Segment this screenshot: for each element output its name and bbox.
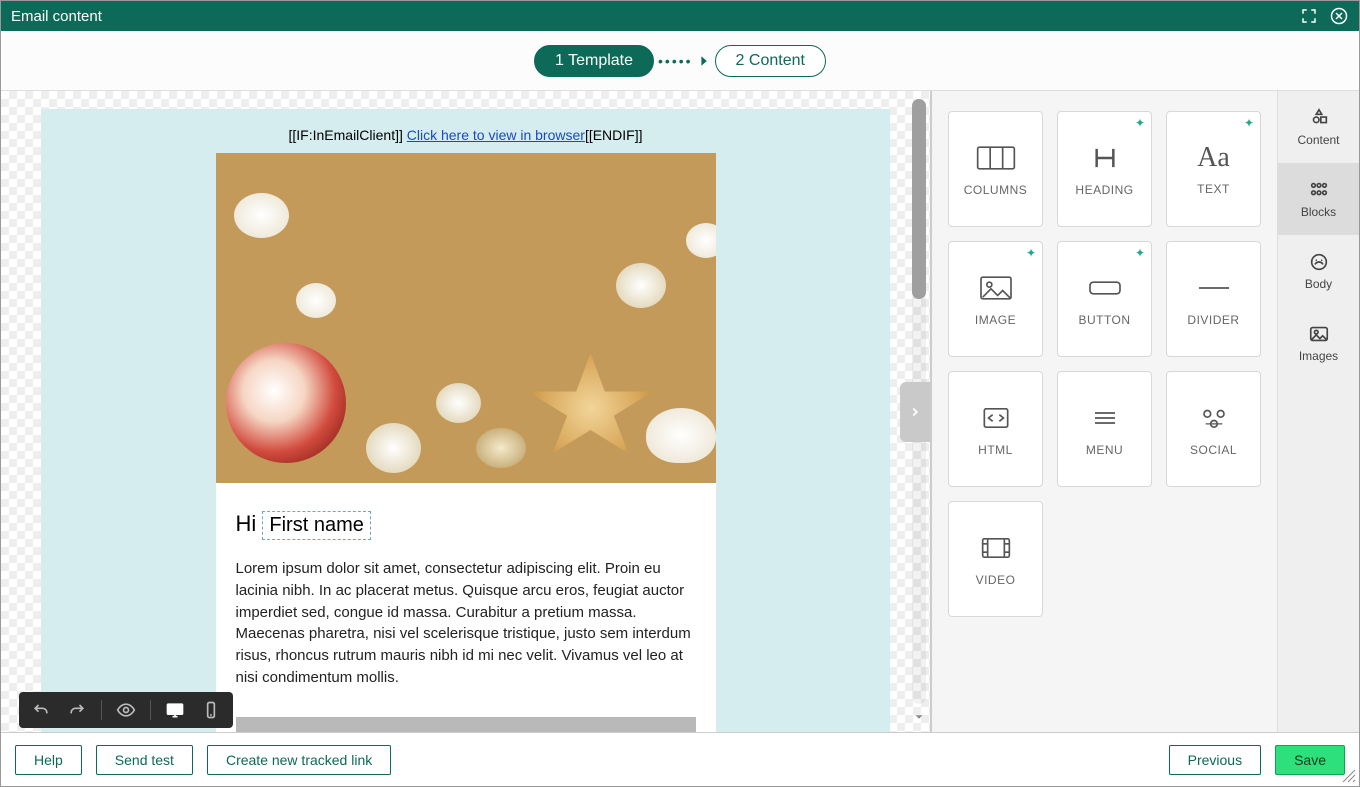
block-label: IMAGE [975, 313, 1016, 327]
block-social[interactable]: SOCIAL [1166, 371, 1261, 487]
step-content[interactable]: 2 Content [715, 45, 826, 77]
ai-badge-icon: ✦ [1026, 246, 1036, 260]
greeting-hi: Hi [236, 511, 263, 536]
block-columns[interactable]: COLUMNS [948, 111, 1043, 227]
blocks-grid: COLUMNS ✦ HEADING ✦ Aa TEXT ✦ IMAGE [932, 91, 1277, 732]
scrollbar-thumb[interactable] [912, 99, 926, 299]
help-button[interactable]: Help [15, 745, 82, 775]
desktop-view-button[interactable] [163, 698, 187, 722]
wizard-steps: 1 Template ••••• 2 Content [1, 31, 1359, 91]
block-html[interactable]: HTML [948, 371, 1043, 487]
ai-badge-icon: ✦ [1135, 246, 1145, 260]
toolbar-separator [101, 700, 102, 720]
block-label: MENU [1086, 443, 1123, 457]
tab-blocks[interactable]: Blocks [1278, 163, 1359, 235]
view-in-browser-link[interactable]: Click here to view in browser [407, 127, 585, 143]
content-section[interactable]: Hi First name Lorem ipsum dolor sit amet… [216, 483, 716, 732]
close-icon[interactable] [1329, 6, 1349, 26]
scroll-down-arrow[interactable] [912, 710, 926, 724]
block-image[interactable]: ✦ IMAGE [948, 241, 1043, 357]
tab-label: Images [1299, 349, 1338, 363]
merge-first-name[interactable]: First name [262, 511, 370, 540]
block-label: DIVIDER [1187, 313, 1239, 327]
step-connector: ••••• [658, 53, 711, 69]
floating-toolbar [19, 692, 233, 728]
block-label: BUTTON [1078, 313, 1130, 327]
block-label: HTML [978, 443, 1013, 457]
block-text[interactable]: ✦ Aa TEXT [1166, 111, 1261, 227]
block-divider[interactable]: DIVIDER [1166, 241, 1261, 357]
block-label: VIDEO [976, 573, 1016, 587]
block-label: COLUMNS [964, 183, 1028, 197]
title-bar: Email content [1, 1, 1359, 31]
block-heading[interactable]: ✦ HEADING [1057, 111, 1152, 227]
create-tracked-link-button[interactable]: Create new tracked link [207, 745, 391, 775]
email-canvas[interactable]: [[IF:InEmailClient]] Click here to view … [1, 91, 931, 732]
tab-images[interactable]: Images [1278, 307, 1359, 379]
preheader-row[interactable]: [[IF:InEmailClient]] Click here to view … [216, 109, 716, 153]
preview-button[interactable] [114, 698, 138, 722]
tab-label: Blocks [1301, 205, 1336, 219]
text-icon: Aa [1197, 142, 1230, 174]
step-template[interactable]: 1 Template [534, 45, 654, 77]
right-panel: COLUMNS ✦ HEADING ✦ Aa TEXT ✦ IMAGE [931, 91, 1359, 732]
send-test-button[interactable]: Send test [96, 745, 193, 775]
previous-button[interactable]: Previous [1169, 745, 1261, 775]
resize-grip-icon[interactable] [1341, 768, 1357, 784]
block-menu[interactable]: MENU [1057, 371, 1152, 487]
tab-body[interactable]: Body [1278, 235, 1359, 307]
ai-badge-icon: ✦ [1135, 116, 1145, 130]
block-label: TEXT [1197, 182, 1230, 196]
mobile-view-button[interactable] [199, 698, 223, 722]
redo-button[interactable] [65, 698, 89, 722]
greeting-line[interactable]: Hi First name [236, 511, 696, 540]
ai-badge-icon: ✦ [1244, 116, 1254, 130]
side-tabs: Content Blocks Body Images [1277, 91, 1359, 732]
save-button[interactable]: Save [1275, 745, 1345, 775]
window-title: Email content [11, 8, 1299, 25]
block-label: SOCIAL [1190, 443, 1237, 457]
block-video[interactable]: VIDEO [948, 501, 1043, 617]
footer-bar: Help Send test Create new tracked link P… [1, 732, 1359, 786]
undo-button[interactable] [29, 698, 53, 722]
tab-label: Content [1297, 133, 1339, 147]
body-paragraph[interactable]: Lorem ipsum dolor sit amet, consectetur … [236, 558, 696, 689]
toolbar-separator [150, 700, 151, 720]
fullscreen-icon[interactable] [1299, 6, 1319, 26]
block-label: HEADING [1075, 183, 1133, 197]
block-button[interactable]: ✦ BUTTON [1057, 241, 1152, 357]
preheader-if: [[IF:InEmailClient]] [289, 127, 407, 143]
tab-content[interactable]: Content [1278, 91, 1359, 163]
preheader-endif: [[ENDIF]] [585, 127, 643, 143]
collapse-panel-button[interactable] [900, 382, 930, 442]
tab-label: Body [1305, 277, 1332, 291]
hero-image[interactable] [216, 153, 716, 483]
secondary-image-placeholder[interactable] [236, 717, 696, 733]
